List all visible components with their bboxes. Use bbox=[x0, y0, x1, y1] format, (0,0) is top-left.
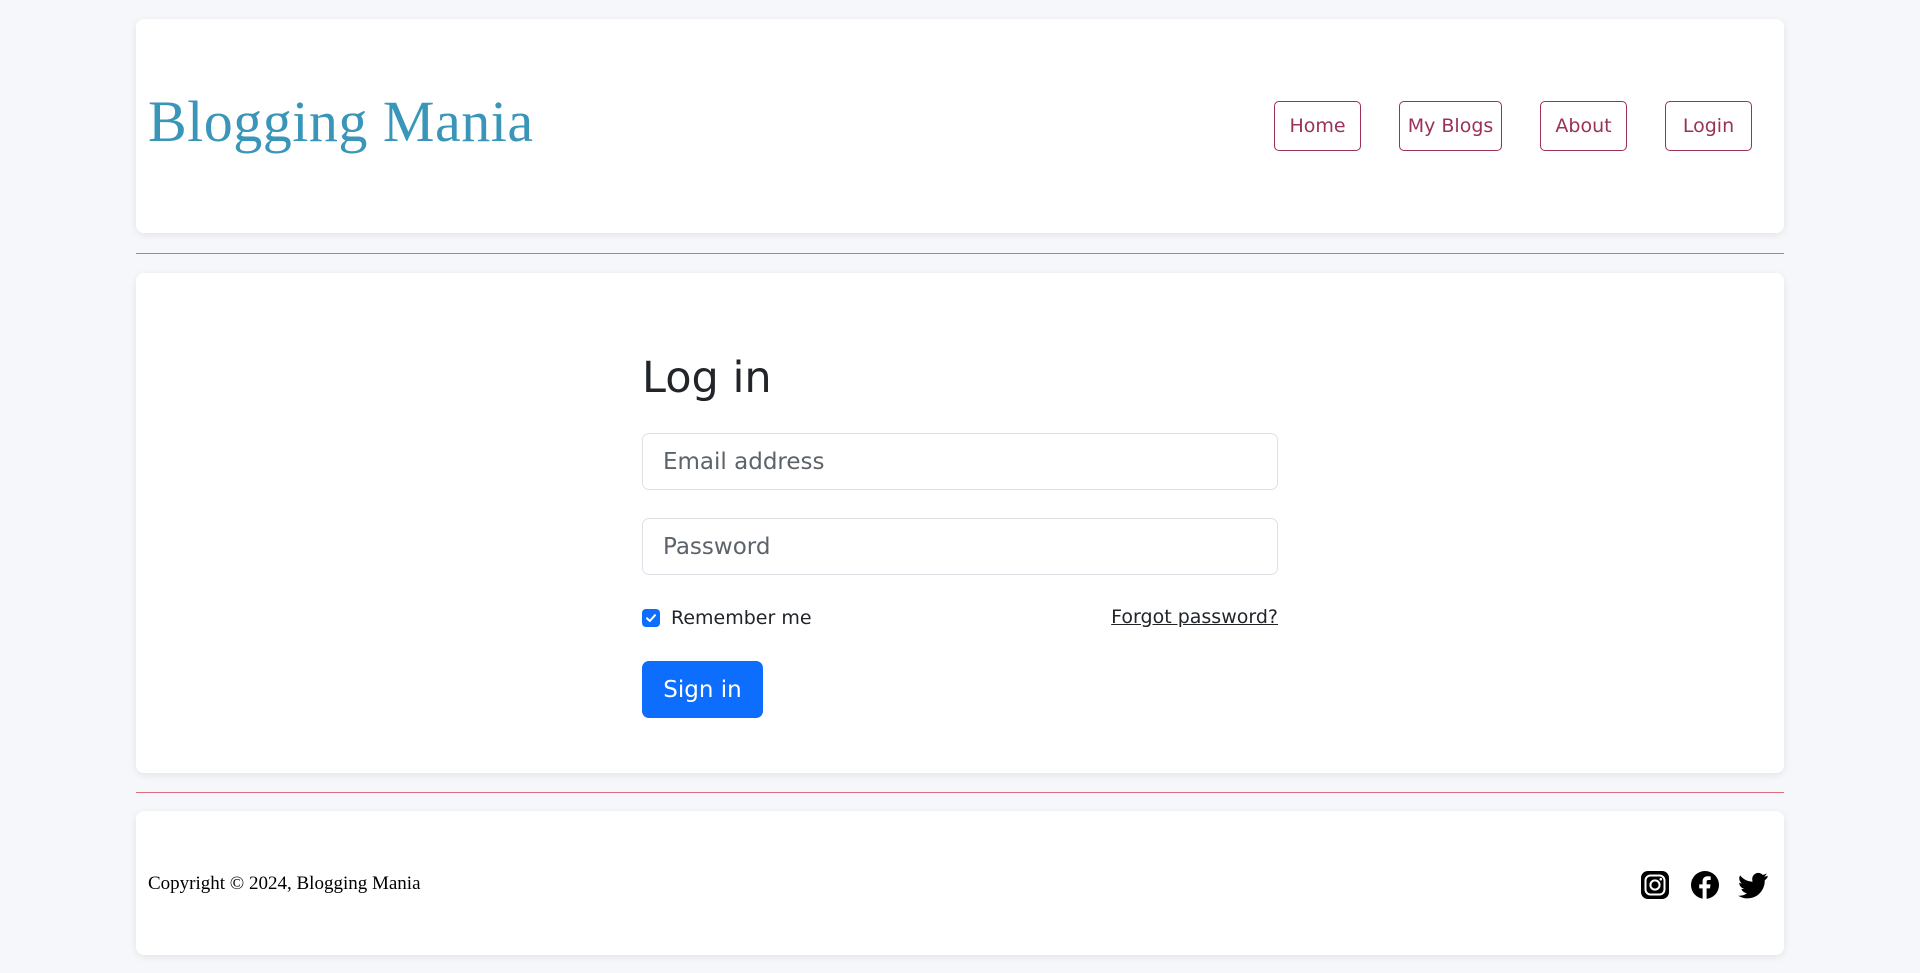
nav-about-button[interactable]: About bbox=[1540, 101, 1627, 151]
remember-me-label: Remember me bbox=[671, 607, 812, 629]
nav-my-blogs-button[interactable]: My Blogs bbox=[1399, 101, 1502, 151]
footer: Copyright © 2024, Blogging Mania bbox=[136, 811, 1784, 955]
remember-me-control[interactable]: Remember me bbox=[642, 607, 812, 629]
facebook-icon[interactable] bbox=[1690, 870, 1720, 900]
nav-home-button[interactable]: Home bbox=[1274, 101, 1361, 151]
nav-login-button[interactable]: Login bbox=[1665, 101, 1752, 151]
twitter-icon[interactable] bbox=[1738, 870, 1768, 900]
sign-in-button[interactable]: Sign in bbox=[642, 661, 763, 718]
instagram-icon[interactable] bbox=[1640, 870, 1670, 900]
copyright-text: Copyright © 2024, Blogging Mania bbox=[148, 873, 421, 894]
check-icon bbox=[646, 614, 656, 622]
login-card: Log in Remember me Forgot password? Sign… bbox=[136, 273, 1784, 773]
forgot-password-link[interactable]: Forgot password? bbox=[1111, 606, 1278, 628]
remember-me-checkbox[interactable] bbox=[642, 609, 660, 627]
login-title: Log in bbox=[642, 353, 772, 403]
footer-divider bbox=[136, 792, 1784, 793]
brand-logo[interactable]: Blogging Mania bbox=[148, 93, 534, 151]
header-divider bbox=[136, 253, 1784, 254]
email-input[interactable] bbox=[642, 433, 1278, 490]
password-input[interactable] bbox=[642, 518, 1278, 575]
header: Blogging Mania Home My Blogs About Login bbox=[136, 19, 1784, 233]
